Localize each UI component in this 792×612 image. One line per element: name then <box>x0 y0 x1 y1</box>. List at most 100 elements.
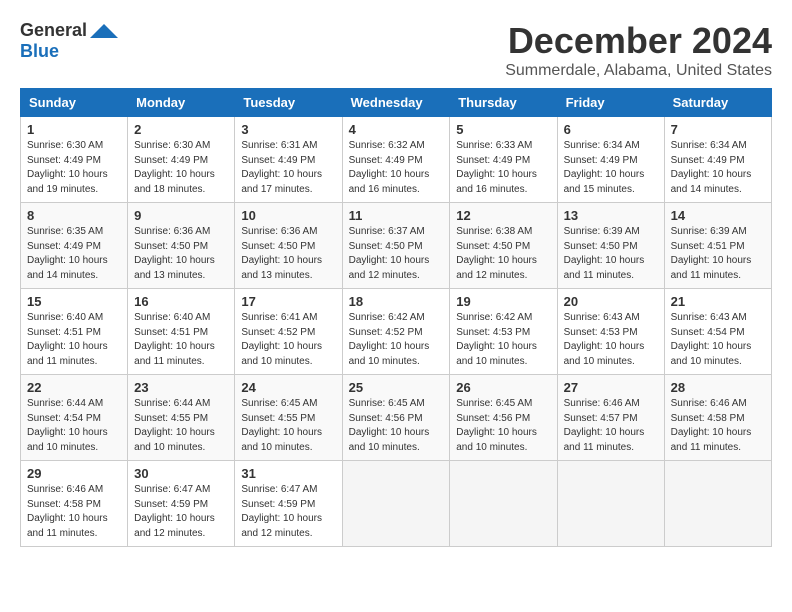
day-info: Sunrise: 6:46 AM Sunset: 4:58 PM Dayligh… <box>671 397 765 455</box>
calendar-day-cell <box>342 461 450 547</box>
day-info: Sunrise: 6:34 AM Sunset: 4:49 PM Dayligh… <box>564 139 658 197</box>
calendar-header-tuesday: Tuesday <box>235 89 342 117</box>
calendar-day-cell: 24 Sunrise: 6:45 AM Sunset: 4:55 PM Dayli… <box>235 375 342 461</box>
logo-text: General Blue <box>20 20 121 62</box>
calendar-day-cell: 11 Sunrise: 6:37 AM Sunset: 4:50 PM Dayli… <box>342 203 450 289</box>
calendar-header-sunday: Sunday <box>21 89 128 117</box>
day-info: Sunrise: 6:40 AM Sunset: 4:51 PM Dayligh… <box>134 311 228 369</box>
calendar-week-row: 29 Sunrise: 6:46 AM Sunset: 4:58 PM Dayli… <box>21 461 772 547</box>
calendar-week-row: 15 Sunrise: 6:40 AM Sunset: 4:51 PM Dayli… <box>21 289 772 375</box>
day-info: Sunrise: 6:44 AM Sunset: 4:55 PM Dayligh… <box>134 397 228 455</box>
day-number: 25 <box>349 380 444 395</box>
calendar-day-cell: 29 Sunrise: 6:46 AM Sunset: 4:58 PM Dayli… <box>21 461 128 547</box>
day-number: 19 <box>456 294 550 309</box>
calendar-header-row: SundayMondayTuesdayWednesdayThursdayFrid… <box>21 89 772 117</box>
day-number: 27 <box>564 380 658 395</box>
day-number: 26 <box>456 380 550 395</box>
calendar-day-cell: 20Sunrise: 6:43 AM Sunset: 4:53 PM Dayli… <box>557 289 664 375</box>
day-info: Sunrise: 6:47 AM Sunset: 4:59 PM Dayligh… <box>134 483 228 541</box>
calendar-day-cell: 22Sunrise: 6:44 AM Sunset: 4:54 PM Dayli… <box>21 375 128 461</box>
day-number: 17 <box>241 294 335 309</box>
calendar-day-cell: 6 Sunrise: 6:34 AM Sunset: 4:49 PM Daylig… <box>557 117 664 203</box>
calendar-week-row: 8 Sunrise: 6:35 AM Sunset: 4:49 PM Daylig… <box>21 203 772 289</box>
calendar-header-saturday: Saturday <box>664 89 771 117</box>
calendar-day-cell: 19 Sunrise: 6:42 AM Sunset: 4:53 PM Dayli… <box>450 289 557 375</box>
day-info: Sunrise: 6:40 AM Sunset: 4:51 PM Dayligh… <box>27 311 121 369</box>
day-info: Sunrise: 6:36 AM Sunset: 4:50 PM Dayligh… <box>241 225 335 283</box>
day-number: 3 <box>241 122 335 137</box>
day-info: Sunrise: 6:45 AM Sunset: 4:55 PM Dayligh… <box>241 397 335 455</box>
calendar-day-cell <box>450 461 557 547</box>
calendar-title-area: December 2024 Summerdale, Alabama, Unite… <box>505 20 772 80</box>
day-number: 11 <box>349 208 444 223</box>
calendar-day-cell: 31 Sunrise: 6:47 AM Sunset: 4:59 PM Dayli… <box>235 461 342 547</box>
calendar-day-cell <box>664 461 771 547</box>
calendar-table: SundayMondayTuesdayWednesdayThursdayFrid… <box>20 88 772 547</box>
day-info: Sunrise: 6:38 AM Sunset: 4:50 PM Dayligh… <box>456 225 550 283</box>
day-info: Sunrise: 6:39 AM Sunset: 4:50 PM Dayligh… <box>564 225 658 283</box>
day-info: Sunrise: 6:46 AM Sunset: 4:57 PM Dayligh… <box>564 397 658 455</box>
day-info: Sunrise: 6:45 AM Sunset: 4:56 PM Dayligh… <box>456 397 550 455</box>
calendar-day-cell: 26 Sunrise: 6:45 AM Sunset: 4:56 PM Dayli… <box>450 375 557 461</box>
day-info: Sunrise: 6:43 AM Sunset: 4:53 PM Dayligh… <box>564 311 658 369</box>
location-title: Summerdale, Alabama, United States <box>505 62 772 80</box>
calendar-day-cell: 5Sunrise: 6:33 AM Sunset: 4:49 PM Daylig… <box>450 117 557 203</box>
day-number: 10 <box>241 208 335 223</box>
day-number: 21 <box>671 294 765 309</box>
day-number: 22 <box>27 380 121 395</box>
day-number: 8 <box>27 208 121 223</box>
month-title: December 2024 <box>505 20 772 62</box>
calendar-day-cell: 23Sunrise: 6:44 AM Sunset: 4:55 PM Dayli… <box>128 375 235 461</box>
day-info: Sunrise: 6:46 AM Sunset: 4:58 PM Dayligh… <box>27 483 121 541</box>
calendar-header-friday: Friday <box>557 89 664 117</box>
day-number: 30 <box>134 466 228 481</box>
logo: General Blue <box>20 20 121 62</box>
day-info: Sunrise: 6:30 AM Sunset: 4:49 PM Dayligh… <box>27 139 121 197</box>
calendar-day-cell <box>557 461 664 547</box>
calendar-day-cell: 8 Sunrise: 6:35 AM Sunset: 4:49 PM Daylig… <box>21 203 128 289</box>
calendar-day-cell: 30 Sunrise: 6:47 AM Sunset: 4:59 PM Dayli… <box>128 461 235 547</box>
day-number: 13 <box>564 208 658 223</box>
day-number: 1 <box>27 122 121 137</box>
calendar-day-cell: 27 Sunrise: 6:46 AM Sunset: 4:57 PM Dayli… <box>557 375 664 461</box>
day-info: Sunrise: 6:37 AM Sunset: 4:50 PM Dayligh… <box>349 225 444 283</box>
calendar-day-cell: 14Sunrise: 6:39 AM Sunset: 4:51 PM Dayli… <box>664 203 771 289</box>
calendar-header-monday: Monday <box>128 89 235 117</box>
day-info: Sunrise: 6:31 AM Sunset: 4:49 PM Dayligh… <box>241 139 335 197</box>
day-number: 24 <box>241 380 335 395</box>
day-info: Sunrise: 6:35 AM Sunset: 4:49 PM Dayligh… <box>27 225 121 283</box>
day-info: Sunrise: 6:47 AM Sunset: 4:59 PM Dayligh… <box>241 483 335 541</box>
day-number: 15 <box>27 294 121 309</box>
page-header: General Blue December 2024 Summerdale, A… <box>20 20 772 80</box>
day-info: Sunrise: 6:34 AM Sunset: 4:49 PM Dayligh… <box>671 139 765 197</box>
day-info: Sunrise: 6:42 AM Sunset: 4:52 PM Dayligh… <box>349 311 444 369</box>
day-info: Sunrise: 6:30 AM Sunset: 4:49 PM Dayligh… <box>134 139 228 197</box>
day-info: Sunrise: 6:36 AM Sunset: 4:50 PM Dayligh… <box>134 225 228 283</box>
calendar-day-cell: 13 Sunrise: 6:39 AM Sunset: 4:50 PM Dayli… <box>557 203 664 289</box>
day-number: 6 <box>564 122 658 137</box>
day-number: 14 <box>671 208 765 223</box>
calendar-week-row: 22Sunrise: 6:44 AM Sunset: 4:54 PM Dayli… <box>21 375 772 461</box>
day-number: 2 <box>134 122 228 137</box>
day-number: 31 <box>241 466 335 481</box>
calendar-day-cell: 9 Sunrise: 6:36 AM Sunset: 4:50 PM Daylig… <box>128 203 235 289</box>
calendar-day-cell: 1 Sunrise: 6:30 AM Sunset: 4:49 PM Daylig… <box>21 117 128 203</box>
calendar-day-cell: 16Sunrise: 6:40 AM Sunset: 4:51 PM Dayli… <box>128 289 235 375</box>
day-number: 4 <box>349 122 444 137</box>
day-number: 12 <box>456 208 550 223</box>
calendar-day-cell: 4 Sunrise: 6:32 AM Sunset: 4:49 PM Daylig… <box>342 117 450 203</box>
calendar-day-cell: 15 Sunrise: 6:40 AM Sunset: 4:51 PM Dayli… <box>21 289 128 375</box>
day-info: Sunrise: 6:42 AM Sunset: 4:53 PM Dayligh… <box>456 311 550 369</box>
day-info: Sunrise: 6:32 AM Sunset: 4:49 PM Dayligh… <box>349 139 444 197</box>
day-number: 5 <box>456 122 550 137</box>
day-info: Sunrise: 6:45 AM Sunset: 4:56 PM Dayligh… <box>349 397 444 455</box>
day-number: 9 <box>134 208 228 223</box>
calendar-day-cell: 17Sunrise: 6:41 AM Sunset: 4:52 PM Dayli… <box>235 289 342 375</box>
calendar-day-cell: 25 Sunrise: 6:45 AM Sunset: 4:56 PM Dayli… <box>342 375 450 461</box>
calendar-day-cell: 21Sunrise: 6:43 AM Sunset: 4:54 PM Dayli… <box>664 289 771 375</box>
calendar-day-cell: 10 Sunrise: 6:36 AM Sunset: 4:50 PM Dayli… <box>235 203 342 289</box>
day-number: 18 <box>349 294 444 309</box>
day-number: 29 <box>27 466 121 481</box>
calendar-header-wednesday: Wednesday <box>342 89 450 117</box>
calendar-day-cell: 18 Sunrise: 6:42 AM Sunset: 4:52 PM Dayli… <box>342 289 450 375</box>
